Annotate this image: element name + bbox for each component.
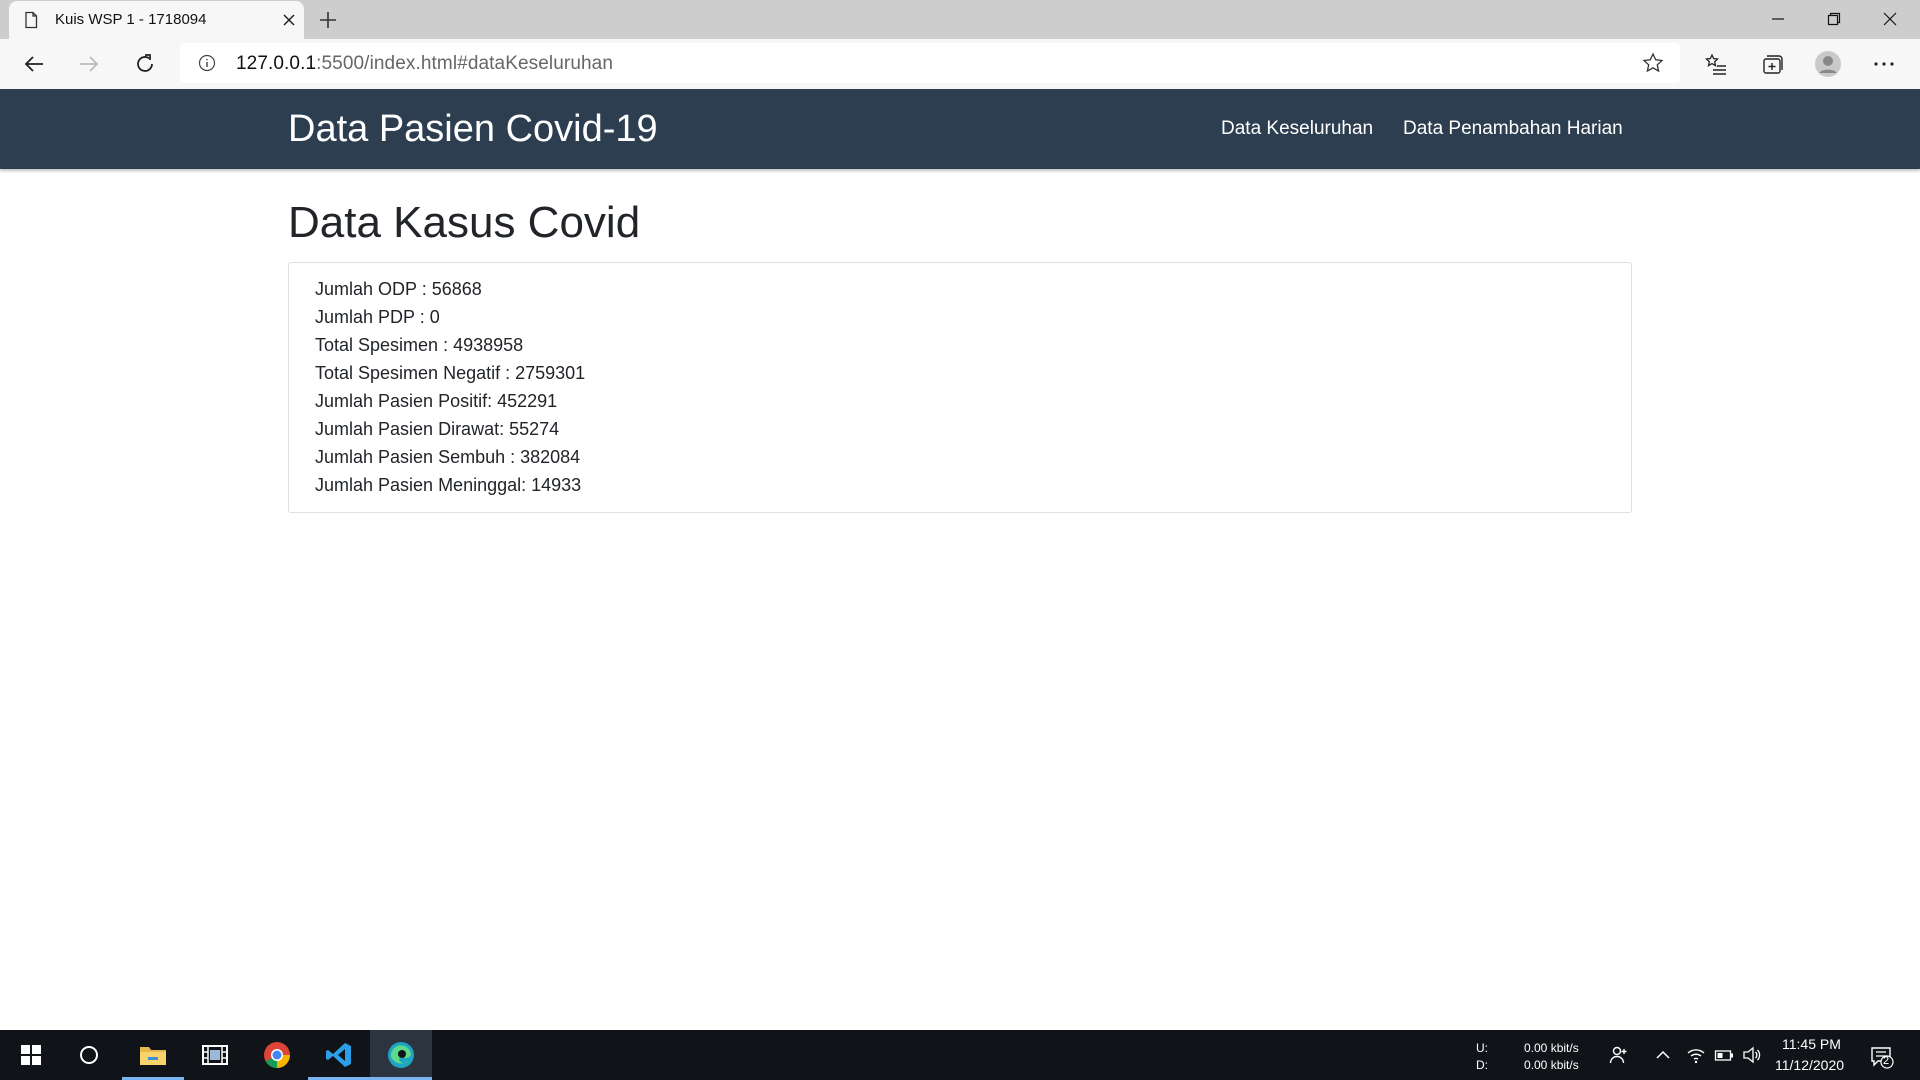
minimize-icon — [1772, 18, 1784, 20]
url-text[interactable]: 127.0.0.1:5500/index.html#dataKeseluruha… — [236, 53, 613, 75]
stat-odp: Jumlah ODP : 56868 — [315, 279, 482, 299]
vscode-icon — [326, 1043, 351, 1067]
favorite-star-icon[interactable] — [1642, 52, 1664, 74]
taskbar-media-app[interactable] — [184, 1030, 246, 1080]
net-upload-speed: 0.00 kbit/s — [1524, 1041, 1579, 1055]
windows-taskbar: U: D: 0.00 kbit/s 0.00 kbit/s 11:45 PM 1… — [0, 1030, 1920, 1080]
volume-icon[interactable] — [1742, 1045, 1762, 1065]
address-bar[interactable]: 127.0.0.1:5500/index.html#dataKeseluruha… — [180, 43, 1680, 83]
forward-arrow-icon[interactable] — [76, 51, 102, 77]
stat-pasien-sembuh: Jumlah Pasien Sembuh : 382084 — [315, 447, 581, 467]
wifi-icon[interactable] — [1686, 1045, 1706, 1065]
people-icon[interactable] — [1609, 1045, 1629, 1065]
edge-icon — [388, 1042, 414, 1068]
url-host: 127.0.0.1 — [236, 53, 317, 74]
new-tab-icon[interactable] — [316, 8, 340, 32]
battery-icon[interactable] — [1714, 1045, 1734, 1065]
search-button[interactable] — [58, 1030, 120, 1080]
taskbar-edge[interactable] — [370, 1030, 432, 1080]
restore-icon — [1827, 12, 1841, 26]
close-icon — [1883, 12, 1897, 26]
site-navbar: Data Pasien Covid-19 Data Keseluruhan Da… — [0, 89, 1920, 169]
more-options-icon[interactable] — [1871, 51, 1897, 77]
stat-pasien-meninggal: Jumlah Pasien Meninggal: 14933 — [315, 475, 582, 495]
media-app-icon — [202, 1045, 228, 1065]
stat-pasien-dirawat: Jumlah Pasien Dirawat: 55274 — [315, 419, 560, 439]
taskbar-chrome[interactable] — [246, 1030, 308, 1080]
page-icon — [25, 11, 38, 29]
site-info-icon[interactable] — [198, 54, 216, 72]
stat-total-spesimen: Total Spesimen : 4938958 — [315, 335, 524, 355]
tab-title: Kuis WSP 1 - 1718094 — [55, 11, 207, 28]
notification-center-icon[interactable] — [1870, 1045, 1894, 1069]
file-explorer-icon — [140, 1047, 166, 1065]
url-path: :5500/index.html#dataKeseluruhan — [316, 53, 613, 74]
collections-icon[interactable] — [1759, 51, 1785, 77]
taskbar-file-explorer[interactable] — [122, 1030, 184, 1080]
stat-spesimen-negatif: Total Spesimen Negatif : 2759301 — [315, 363, 586, 383]
refresh-icon[interactable] — [132, 51, 158, 77]
minimize-button[interactable] — [1750, 0, 1806, 38]
cortana-search-icon — [80, 1046, 98, 1064]
navbar-brand[interactable]: Data Pasien Covid-19 — [288, 108, 658, 151]
chevron-up-icon[interactable] — [1653, 1045, 1673, 1065]
favorites-list-icon[interactable] — [1703, 51, 1729, 77]
net-download-speed: 0.00 kbit/s — [1524, 1058, 1579, 1072]
stat-pdp: Jumlah PDP : 0 — [315, 307, 440, 327]
net-upload-label: U: — [1476, 1041, 1488, 1055]
nav-link-data-penambahan-harian[interactable]: Data Penambahan Harian — [1403, 118, 1623, 140]
clock-time[interactable]: 11:45 PM — [1782, 1036, 1841, 1052]
back-arrow-icon[interactable] — [21, 51, 47, 77]
page-title: Data Kasus Covid — [288, 198, 641, 247]
close-window-button[interactable] — [1862, 0, 1918, 38]
close-tab-icon[interactable] — [280, 11, 298, 29]
stats-card: Jumlah ODP : 56868 Jumlah PDP : 0 Total … — [288, 262, 1632, 513]
taskbar-vscode[interactable] — [308, 1030, 370, 1080]
nav-link-data-keseluruhan[interactable]: Data Keseluruhan — [1221, 118, 1373, 140]
net-download-label: D: — [1476, 1058, 1488, 1072]
browser-tab[interactable]: Kuis WSP 1 - 1718094 — [9, 1, 304, 39]
browser-toolbar: 127.0.0.1:5500/index.html#dataKeseluruha… — [0, 39, 1920, 89]
windows-start-icon — [21, 1045, 41, 1065]
chrome-icon — [264, 1042, 290, 1069]
stat-pasien-positif: Jumlah Pasien Positif: 452291 — [315, 391, 558, 411]
start-button[interactable] — [0, 1030, 62, 1080]
notification-count-badge: 2 — [1883, 1055, 1890, 1067]
profile-avatar-icon[interactable] — [1814, 50, 1842, 78]
clock-date[interactable]: 11/12/2020 — [1775, 1057, 1844, 1073]
restore-button[interactable] — [1806, 0, 1862, 38]
browser-titlebar: Kuis WSP 1 - 1718094 — [0, 0, 1920, 39]
